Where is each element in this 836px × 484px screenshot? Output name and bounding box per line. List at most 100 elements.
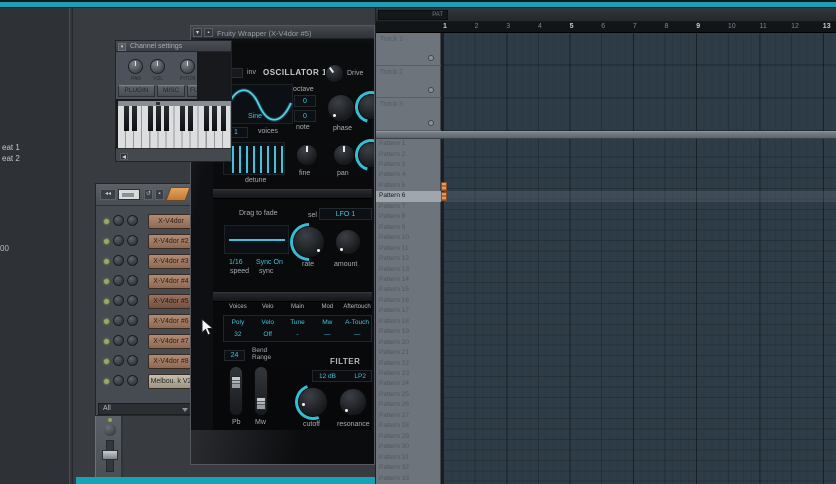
browser-item[interactable]: eat 2 bbox=[2, 154, 20, 163]
channel-enable-led[interactable] bbox=[104, 259, 109, 264]
pattern-row[interactable]: Pattern 19 bbox=[376, 327, 441, 337]
pattern-row[interactable]: Pattern 31 bbox=[376, 453, 441, 463]
fine-knob[interactable] bbox=[296, 144, 318, 166]
channel-enable-led[interactable] bbox=[104, 379, 109, 384]
track-row[interactable]: Track 2 bbox=[376, 66, 441, 99]
bend-range-value[interactable]: 24 bbox=[224, 350, 245, 361]
tab-misc[interactable]: MISC bbox=[157, 85, 185, 97]
channel-button[interactable]: X-V4dor #4 bbox=[148, 274, 194, 289]
channel-pan-knob[interactable] bbox=[113, 295, 124, 306]
playlist-timeline[interactable]: 1 2 3 4 5 6 7 8 9 10 11 12 13 bbox=[376, 22, 836, 33]
track-led[interactable] bbox=[428, 120, 434, 127]
channel-volume-knob[interactable] bbox=[127, 215, 138, 226]
channel-volume-knob[interactable] bbox=[150, 59, 165, 74]
channel-enable-led[interactable] bbox=[104, 319, 109, 324]
pattern-row[interactable]: Pattern 22 bbox=[376, 359, 441, 369]
channel-volume-knob[interactable] bbox=[127, 255, 138, 266]
channel-pitch-knob[interactable] bbox=[180, 59, 195, 74]
channel-pan-knob[interactable] bbox=[113, 355, 124, 366]
pattern-row[interactable]: Pattern 23 bbox=[376, 369, 441, 379]
fade-display[interactable] bbox=[224, 225, 289, 254]
pattern-row[interactable]: Pattern 11 bbox=[376, 244, 441, 254]
channel-enable-led[interactable] bbox=[104, 359, 109, 364]
matrix-mode-value[interactable]: A-Touch bbox=[342, 319, 372, 326]
pattern-row[interactable]: Pattern 29 bbox=[376, 432, 441, 442]
pattern-row[interactable]: Pattern 9 bbox=[376, 223, 441, 233]
mixer-fader-handle[interactable] bbox=[102, 450, 118, 460]
mixer-strip[interactable] bbox=[95, 416, 123, 477]
channel-pan-knob[interactable] bbox=[113, 335, 124, 346]
filter-slope-value[interactable]: 12 dB bbox=[319, 373, 336, 380]
pattern-row[interactable]: Pattern 14 bbox=[376, 275, 441, 285]
channel-button[interactable]: X-V4dor #6 bbox=[148, 314, 194, 329]
plugin-titlebar[interactable]: ▾ ▪ Fruity Wrapper (X-V4dor #5) bbox=[191, 26, 374, 39]
pattern-row[interactable]: Pattern 33 bbox=[376, 474, 441, 484]
swing-slider[interactable] bbox=[165, 187, 191, 201]
mod-wheel-fader[interactable] bbox=[254, 366, 268, 416]
tab-plugin[interactable]: PLUGIN bbox=[118, 85, 155, 97]
pattern-row[interactable]: Pattern 8 bbox=[376, 212, 441, 222]
pattern-row[interactable]: Pattern 10 bbox=[376, 233, 441, 243]
channel-volume-knob[interactable] bbox=[127, 295, 138, 306]
channel-pan-knob[interactable] bbox=[113, 235, 124, 246]
pattern-row[interactable]: Pattern 2 bbox=[376, 150, 441, 160]
pattern-row[interactable]: Pattern 12 bbox=[376, 254, 441, 264]
octave-value[interactable]: 0 bbox=[294, 95, 316, 107]
channel-pan-knob[interactable] bbox=[113, 215, 124, 226]
channel-pan-knob[interactable] bbox=[113, 255, 124, 266]
channel-volume-knob[interactable] bbox=[127, 275, 138, 286]
graph-icon[interactable]: ▪ bbox=[155, 189, 164, 200]
pattern-row[interactable]: Pattern 20 bbox=[376, 338, 441, 348]
mixer-knob[interactable] bbox=[104, 424, 116, 436]
channel-button[interactable]: X-V4dor #3 bbox=[148, 254, 194, 269]
pattern-row[interactable]: Pattern 21 bbox=[376, 348, 441, 358]
pattern-row[interactable]: Pattern 24 bbox=[376, 379, 441, 389]
note-value[interactable]: 0 bbox=[294, 110, 316, 122]
channel-volume-knob[interactable] bbox=[127, 375, 138, 386]
pattern-row[interactable]: Pattern 6 bbox=[376, 191, 441, 202]
pattern-row[interactable]: Pattern 3 bbox=[376, 160, 441, 170]
detune-display[interactable] bbox=[223, 142, 285, 175]
matrix-mode-value[interactable]: Velo bbox=[253, 319, 283, 326]
pattern-row[interactable]: Pattern 30 bbox=[376, 442, 441, 452]
matrix-mode-value[interactable]: Mw bbox=[312, 319, 342, 326]
channel-volume-knob[interactable] bbox=[127, 355, 138, 366]
undo-icon[interactable]: ↺ bbox=[144, 189, 153, 200]
speaker-icon[interactable] bbox=[120, 153, 128, 160]
pattern-row[interactable]: Pattern 4 bbox=[376, 170, 441, 180]
channel-volume-knob[interactable] bbox=[127, 235, 138, 246]
lfo-select[interactable]: LFO 1 bbox=[319, 208, 372, 220]
pan-knob[interactable] bbox=[333, 144, 355, 166]
channel-enable-led[interactable] bbox=[104, 279, 109, 284]
playlist-pattern-display[interactable]: PAT bbox=[378, 10, 448, 20]
channel-button[interactable]: X-V4dor #5 bbox=[148, 294, 194, 309]
plugin-menu-icon[interactable]: ▾ bbox=[193, 28, 202, 37]
pattern-row[interactable]: Pattern 27 bbox=[376, 411, 441, 421]
pattern-row[interactable]: Pattern 26 bbox=[376, 400, 441, 410]
amount-knob[interactable] bbox=[335, 229, 361, 255]
channel-enable-led[interactable] bbox=[104, 239, 109, 244]
matrix-amount-value[interactable]: 32 bbox=[223, 331, 253, 338]
playlist-section-divider[interactable] bbox=[376, 131, 836, 139]
step-page-icon[interactable]: ◂◂ bbox=[100, 189, 116, 200]
pattern-row[interactable]: Pattern 7 bbox=[376, 202, 441, 212]
channel-enable-led[interactable] bbox=[104, 339, 109, 344]
pattern-row[interactable]: Pattern 28 bbox=[376, 421, 441, 431]
channel-enable-led[interactable] bbox=[104, 219, 109, 224]
matrix-mode-value[interactable]: Poly bbox=[223, 319, 253, 326]
browser-divider[interactable] bbox=[69, 8, 73, 484]
filter-type-value[interactable]: LP2 bbox=[354, 373, 366, 380]
drive-knob[interactable] bbox=[325, 64, 344, 83]
channel-pan-knob[interactable] bbox=[113, 275, 124, 286]
matrix-amount-value[interactable]: — bbox=[312, 331, 342, 338]
pattern-row[interactable]: Pattern 18 bbox=[376, 317, 441, 327]
pattern-clip[interactable] bbox=[441, 191, 447, 201]
channel-button[interactable]: X-V4dor #8 bbox=[148, 354, 194, 369]
pitch-bend-fader[interactable] bbox=[229, 366, 243, 416]
channel-volume-knob[interactable] bbox=[127, 315, 138, 326]
track-row[interactable]: Track 3 bbox=[376, 98, 441, 132]
waveform-display[interactable]: Sine bbox=[223, 84, 293, 124]
browser-item[interactable]: eat 1 bbox=[2, 143, 20, 152]
matrix-amount-value[interactable]: Off bbox=[253, 331, 283, 338]
channel-pan-knob[interactable] bbox=[113, 375, 124, 386]
